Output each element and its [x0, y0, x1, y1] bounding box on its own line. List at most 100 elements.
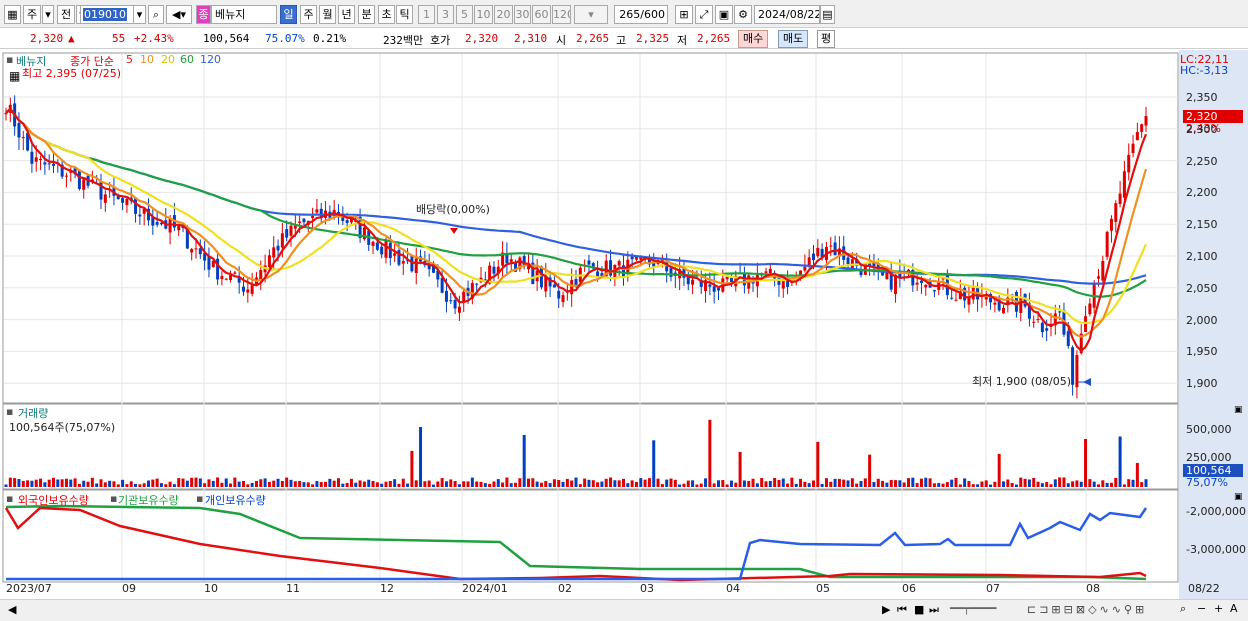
candle-body: [717, 288, 720, 291]
panel-close-icon[interactable]: ▣: [1234, 405, 1243, 415]
interval-button[interactable]: 5: [456, 5, 473, 24]
period-button[interactable]: 일: [280, 5, 297, 24]
buy-button[interactable]: 매수: [738, 30, 769, 48]
volume-bar: [103, 482, 107, 487]
indiv-legend: 개인보유수량: [205, 494, 266, 507]
price-y-tick: 2,000: [1186, 313, 1218, 327]
volume-bar: [337, 478, 340, 487]
volume-bar: [332, 480, 336, 487]
x-axis-tick: 11: [286, 582, 300, 595]
sound-icon[interactable]: ◀▾: [166, 5, 192, 24]
interval-button[interactable]: 20: [494, 5, 513, 24]
volume-bar: [514, 482, 518, 487]
volume-bar: [121, 479, 125, 487]
forward-icon[interactable]: ⏭: [929, 603, 939, 617]
stock-chart[interactable]: [0, 50, 1248, 621]
candle-body: [712, 286, 716, 292]
trend-tool-icon[interactable]: ⤢: [695, 5, 713, 24]
gear-icon[interactable]: ⚙: [734, 5, 752, 24]
period-button[interactable]: 주: [300, 5, 317, 24]
volume-bar: [1075, 480, 1079, 487]
open-price: 2,265: [576, 32, 610, 45]
stop-icon[interactable]: ■: [914, 603, 924, 616]
period-button[interactable]: 초: [378, 5, 395, 24]
drawing-tools-icons[interactable]: ⊏⊐⊞⊟⊠◇∿∿⚲⊞: [1027, 603, 1147, 616]
volume-bar: [319, 482, 323, 487]
volume-bar: [911, 477, 915, 487]
candle-body: [932, 290, 936, 292]
volume-bar: [444, 481, 448, 487]
period-mode-select[interactable]: 주: [23, 5, 41, 24]
candle-body: [1036, 319, 1040, 321]
volume-bar: [768, 481, 772, 487]
volume-bar: [194, 477, 198, 487]
volume-bar: [147, 480, 150, 487]
period-button[interactable]: 틱: [396, 5, 413, 24]
panel-close-icon[interactable]: ▣: [1234, 492, 1243, 502]
chart-area[interactable]: ▪ 베뉴지 종가 단순 5 10 20 60 120 최고 2,395 (07/…: [0, 50, 1248, 621]
volume-bar: [1027, 479, 1031, 487]
price-y-tick: 2,100: [1186, 250, 1218, 263]
minus-icon[interactable]: −: [1197, 602, 1206, 615]
balance-button[interactable]: 평: [817, 30, 836, 48]
candle-body: [587, 260, 591, 265]
period-button[interactable]: 월: [319, 5, 336, 24]
interval-button[interactable]: 30: [514, 5, 531, 24]
date-field[interactable]: 2024/08/22: [754, 5, 820, 24]
interval-button[interactable]: 120: [552, 5, 571, 24]
sell-button[interactable]: 매도: [778, 30, 809, 48]
plus-icon[interactable]: +: [1214, 602, 1223, 615]
scroll-left-icon[interactable]: ◀: [8, 603, 16, 616]
layout-icon[interactable]: ▦: [4, 5, 21, 24]
volume-bar: [712, 483, 716, 487]
candle-body: [194, 248, 198, 250]
custom-interval-select[interactable]: ▾: [574, 5, 608, 24]
volume-bar: [250, 482, 254, 487]
candle-body: [375, 242, 379, 250]
volume-bar: [483, 483, 487, 487]
interval-button[interactable]: 1: [418, 5, 435, 24]
interval-button[interactable]: 60: [532, 5, 551, 24]
volume-bar: [470, 477, 474, 487]
volume-bar: [505, 477, 509, 487]
stock-code-input[interactable]: 019010: [80, 5, 134, 24]
search-icon[interactable]: ⌕: [148, 5, 164, 24]
volume-bar: [794, 483, 798, 487]
save-icon[interactable]: ▣: [715, 5, 733, 24]
volume-bar: [259, 479, 263, 487]
calendar-icon[interactable]: ▤: [820, 5, 835, 24]
stock-name-field[interactable]: 베뉴지: [211, 5, 277, 24]
candle-body: [393, 253, 397, 256]
volume-bar: [950, 479, 954, 487]
inst-legend: 기관보유수량: [118, 494, 179, 507]
volume-bar: [151, 479, 155, 487]
period-button[interactable]: 분: [358, 5, 375, 24]
volume-bar: [639, 478, 643, 487]
candle-body: [846, 257, 850, 265]
interval-button[interactable]: 10: [474, 5, 493, 24]
chart-tools-icon[interactable]: ⊞: [675, 5, 693, 24]
candle-body: [220, 275, 224, 280]
x-axis-tick: 2023/07: [6, 582, 52, 595]
rewind-icon[interactable]: ⏮: [897, 603, 907, 617]
candle-body: [250, 285, 254, 294]
volume-bar: [907, 478, 910, 487]
zoom-slider[interactable]: ━━┯━━━━: [950, 602, 996, 615]
count-field[interactable]: 265/600: [614, 5, 668, 24]
volume-bar: [755, 483, 759, 487]
volume-bar: [1002, 481, 1005, 487]
market-mode-select[interactable]: 전: [57, 5, 75, 24]
candle-body: [924, 284, 928, 288]
candle-body: [993, 302, 997, 305]
font-size-icon[interactable]: A: [1230, 602, 1238, 615]
chevron-down-icon[interactable]: ▾: [133, 5, 146, 24]
chevron-down-icon[interactable]: ▾: [42, 5, 54, 24]
candle-body: [539, 266, 543, 288]
candle-body: [475, 283, 479, 285]
period-button[interactable]: 년: [338, 5, 355, 24]
up-arrow-icon: ▲: [68, 32, 75, 45]
scroll-right-icon[interactable]: ▶: [882, 603, 890, 616]
zoom-out-icon[interactable]: ⌕: [1180, 602, 1186, 616]
interval-button[interactable]: 3: [437, 5, 454, 24]
calendar-icon[interactable]: ▦: [9, 69, 20, 83]
